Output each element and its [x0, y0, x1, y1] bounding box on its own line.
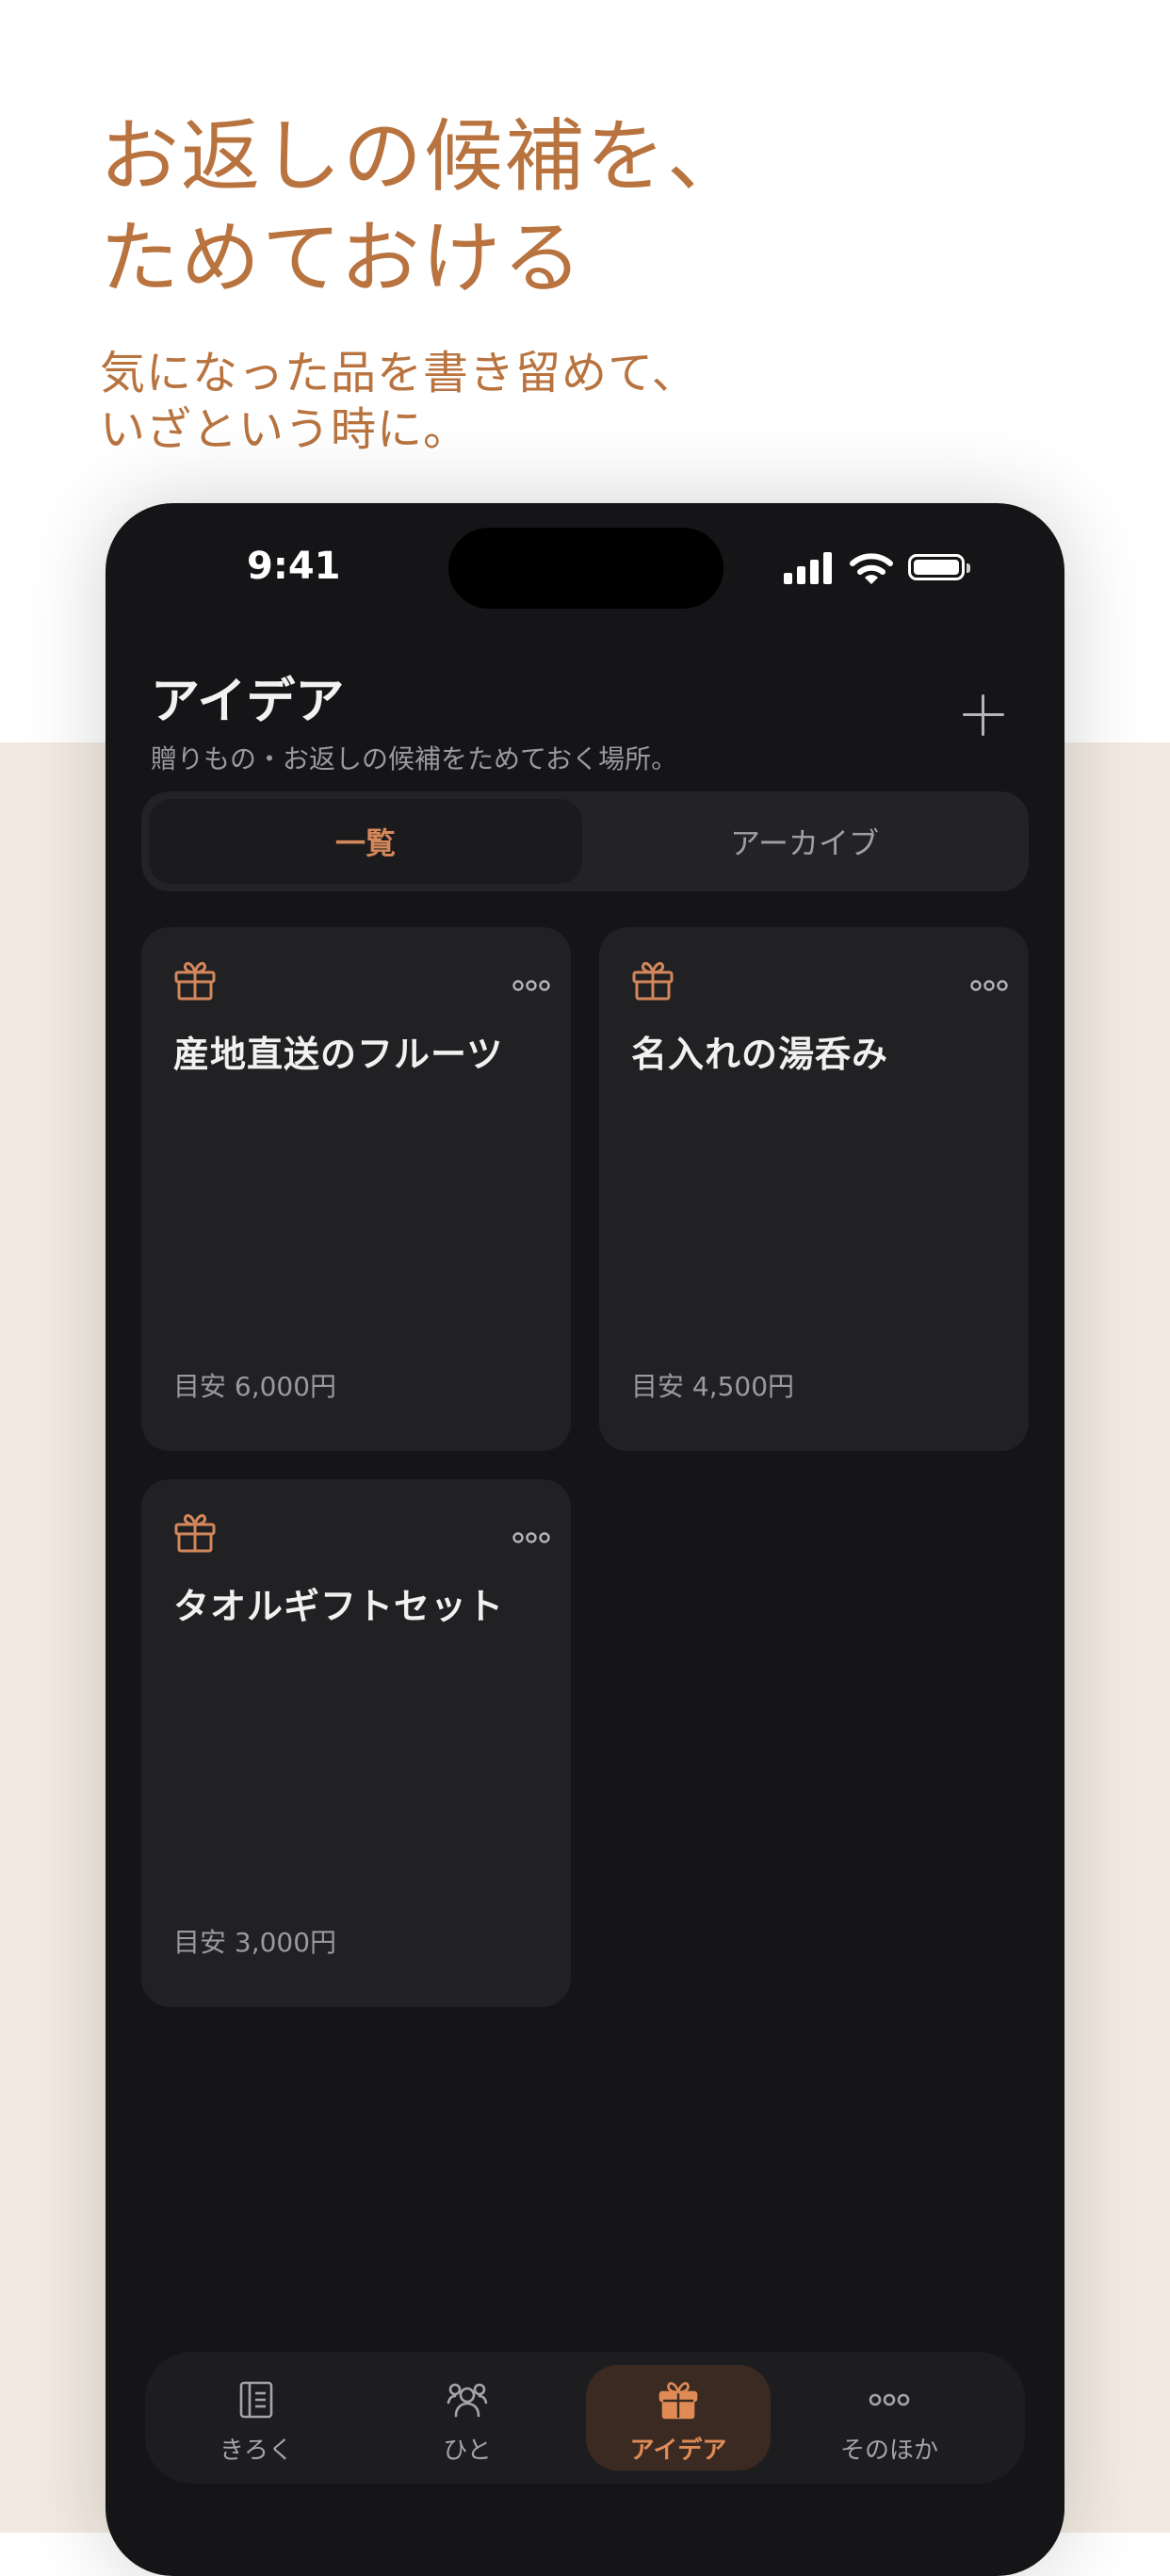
- gift-icon: [632, 961, 674, 1001]
- promo-headline-line2: ためておける: [100, 212, 584, 304]
- gift-icon: [174, 961, 216, 1001]
- promo-subline-line1: 気になった品を書き留めて、: [100, 347, 698, 399]
- gift-icon: [174, 1513, 216, 1553]
- idea-price: 目安 6,000円: [173, 1371, 337, 1402]
- tabbar-item-hito[interactable]: ひと: [375, 2365, 560, 2470]
- tabbar-label: そのほか: [839, 2437, 938, 2465]
- more-icon: [869, 2393, 910, 2406]
- idea-price: 目安 4,500円: [631, 1371, 795, 1402]
- idea-title: 名入れの湯呑み: [631, 1034, 889, 1075]
- page-description: 贈りもの・お返しの候補をためておく場所。: [151, 743, 678, 774]
- tab-archive[interactable]: アーカイブ: [588, 799, 1021, 884]
- wifi-icon: [850, 553, 893, 584]
- tabbar-label: きろく: [219, 2437, 293, 2465]
- add-idea-button[interactable]: [955, 686, 1012, 742]
- promo-headline: お返しの候補を、 ためておける: [100, 106, 748, 309]
- gift-icon: [658, 2382, 698, 2420]
- tabbar-item-kiroku[interactable]: きろく: [164, 2365, 349, 2470]
- tabbar-item-sonohoka[interactable]: そのほか: [797, 2365, 982, 2470]
- page-title: アイデア: [151, 674, 345, 730]
- idea-card[interactable]: 名入れの湯呑み 目安 4,500円: [599, 927, 1029, 1451]
- more-options-icon[interactable]: [970, 978, 1008, 993]
- promo-subline-line2: いざという時に。: [100, 403, 470, 456]
- tab-list[interactable]: 一覧: [149, 799, 582, 884]
- battery-icon: [908, 554, 970, 580]
- tabbar-item-idea[interactable]: アイデア: [586, 2365, 771, 2470]
- idea-card[interactable]: 産地直送のフルーツ 目安 6,000円: [141, 927, 571, 1451]
- promo-headline-line1: お返しの候補を、: [100, 110, 749, 203]
- idea-price: 目安 3,000円: [173, 1927, 337, 1958]
- promo-subline: 気になった品を書き留めて、 いざという時に。: [100, 345, 698, 458]
- more-options-icon[interactable]: [512, 978, 550, 993]
- idea-title: 産地直送のフルーツ: [173, 1034, 504, 1075]
- tabbar-label: アイデア: [629, 2437, 727, 2465]
- cellular-signal-icon: [784, 550, 835, 584]
- segment-control: 一覧 アーカイブ: [141, 791, 1029, 891]
- notebook-icon: [239, 2381, 273, 2419]
- more-options-icon[interactable]: [512, 1530, 550, 1545]
- idea-card[interactable]: タオルギフトセット 目安 3,000円: [141, 1479, 571, 2007]
- people-icon: [447, 2383, 488, 2418]
- idea-title: タオルギフトセット: [173, 1586, 505, 1627]
- tab-bar: きろく ひと アイデア そのほか: [145, 2352, 1025, 2484]
- dynamic-island: [448, 528, 723, 609]
- status-time: 9:41: [247, 545, 341, 588]
- tabbar-label: ひと: [443, 2437, 492, 2465]
- phone-screen: 9:41 アイデア 贈りもの・お返しの候補をためておく場所。 一覧 アーカイブ: [106, 503, 1064, 2576]
